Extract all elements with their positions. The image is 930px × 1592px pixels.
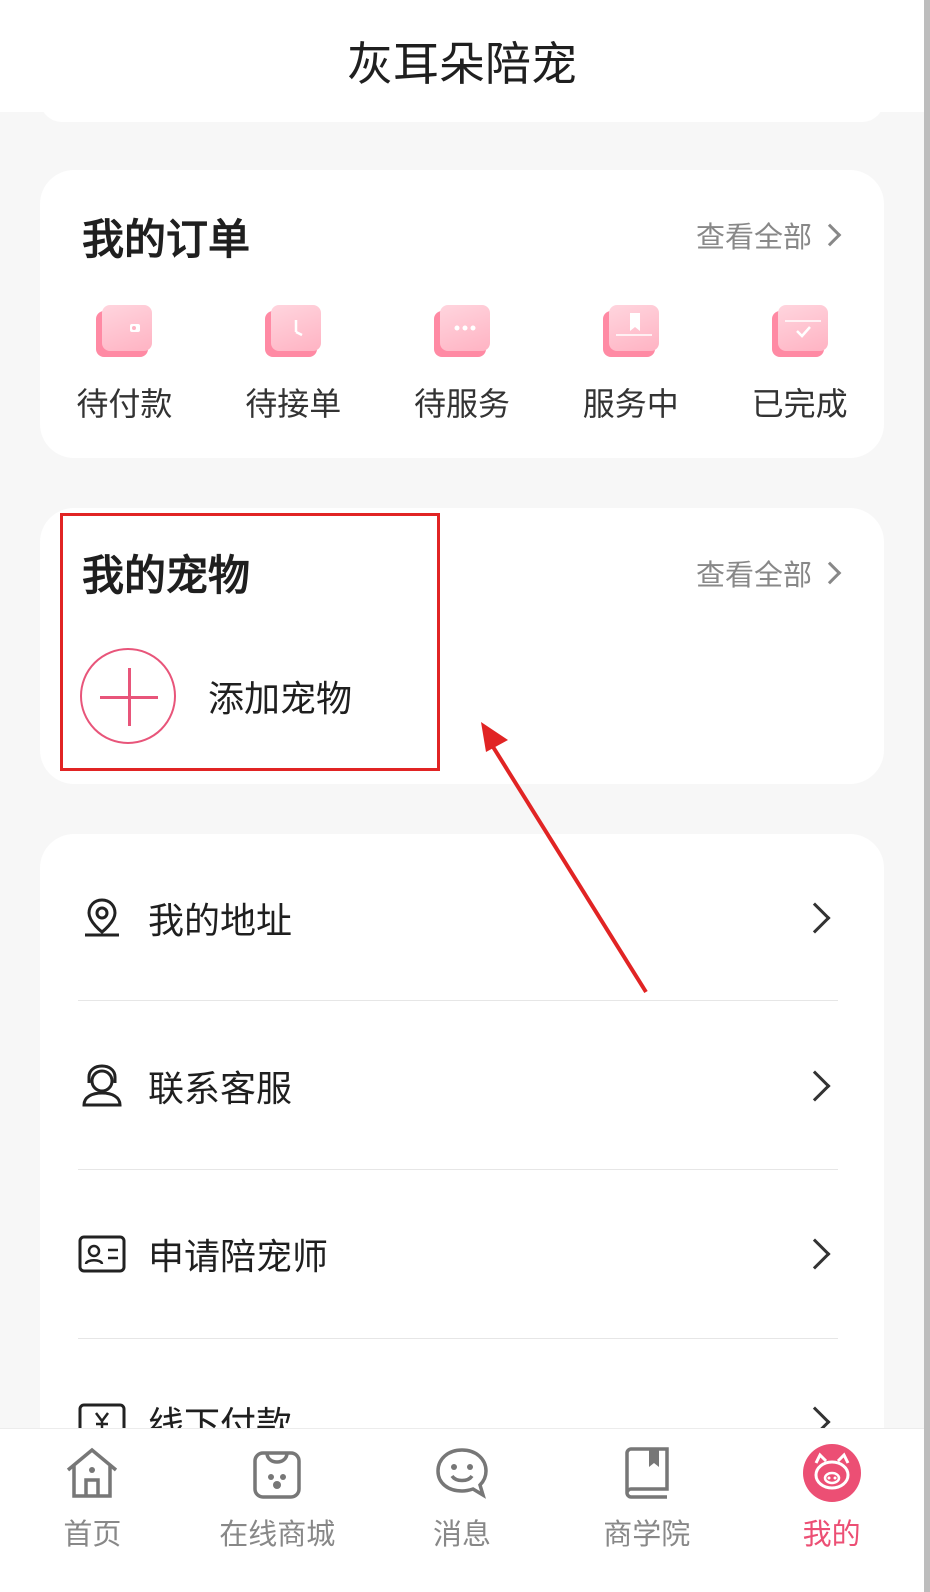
chevron-right-icon: [799, 902, 831, 934]
orders-card: 我的订单 查看全部 待付款 待接单 待服务 服务中 已完成: [40, 170, 884, 458]
order-status-pending-payment[interactable]: 待付款: [40, 305, 209, 425]
order-status-label: 服务中: [582, 385, 679, 423]
order-status-label: 待服务: [413, 385, 510, 423]
menu-item-label: 我的地址: [148, 901, 293, 942]
header-card-edge: [40, 100, 884, 122]
order-status-label: 待接单: [245, 385, 342, 423]
menu-item-address[interactable]: 我的地址: [78, 834, 838, 1002]
orders-view-all-label: 查看全部: [695, 220, 812, 254]
order-status-completed[interactable]: 已完成: [715, 305, 884, 425]
orders-title: 我的订单: [82, 215, 251, 264]
order-status-in-service[interactable]: 服务中: [546, 305, 715, 425]
divider: [78, 1000, 838, 1001]
tab-mine[interactable]: 我的: [739, 1429, 924, 1592]
home-icon: [62, 1443, 122, 1503]
shopping-bag-icon: [247, 1443, 307, 1503]
order-status-list: 待付款 待接单 待服务 服务中 已完成: [40, 305, 884, 425]
chevron-right-icon: [799, 1070, 831, 1102]
headset-icon: [78, 1062, 126, 1110]
id-card-icon: [78, 1230, 126, 1278]
app-screen: 灰耳朵陪宠 我的订单 查看全部 待付款 待接单 待服务 服务中 已完成 我的宠物…: [0, 0, 930, 1592]
menu-item-apply-sitter[interactable]: 申请陪宠师: [78, 1170, 838, 1338]
pets-view-all-label: 查看全部: [695, 558, 812, 592]
divider: [78, 1338, 838, 1339]
bookmark-icon: [602, 305, 659, 357]
tab-online-mall[interactable]: 在线商城: [185, 1429, 370, 1592]
tab-label: 在线商城: [219, 1517, 336, 1551]
page-title: 灰耳朵陪宠: [347, 37, 577, 91]
wallet-icon: [96, 305, 153, 357]
order-status-pending-service[interactable]: 待服务: [378, 305, 547, 425]
pets-view-all-link[interactable]: 查看全部: [695, 552, 842, 594]
tab-label: 商学院: [603, 1517, 691, 1551]
divider: [78, 1169, 838, 1170]
chat-dots-icon: [433, 305, 490, 357]
tab-label: 消息: [432, 1517, 491, 1551]
menu-item-label: 联系客服: [148, 1069, 293, 1110]
chevron-right-icon: [818, 223, 842, 247]
clock-icon: [265, 305, 322, 357]
menu-card: 我的地址 联系客服 申请陪宠师 线下付款: [40, 834, 884, 1474]
menu-item-customer-service[interactable]: 联系客服: [78, 1002, 838, 1170]
order-status-label: 待付款: [76, 385, 173, 423]
orders-view-all-link[interactable]: 查看全部: [695, 214, 842, 256]
tab-business-school[interactable]: 商学院: [554, 1429, 739, 1592]
check-icon: [771, 305, 828, 357]
message-smile-icon: [432, 1443, 492, 1503]
pig-avatar-icon: [802, 1443, 862, 1503]
tab-label: 首页: [63, 1517, 122, 1551]
bottom-tab-bar: 首页 在线商城 消息 商学院 我的: [0, 1428, 924, 1592]
order-status-label: 已完成: [751, 385, 848, 423]
book-icon: [617, 1443, 677, 1503]
order-status-pending-accept[interactable]: 待接单: [209, 305, 378, 425]
menu-item-label: 申请陪宠师: [148, 1237, 329, 1278]
tab-messages[interactable]: 消息: [370, 1429, 555, 1592]
tab-label: 我的: [802, 1517, 861, 1551]
chevron-right-icon: [818, 561, 842, 585]
window-edge: [924, 0, 930, 1592]
chevron-right-icon: [799, 1238, 831, 1270]
highlight-box: [60, 513, 440, 771]
tab-home[interactable]: 首页: [0, 1429, 185, 1592]
header-bar: 灰耳朵陪宠: [0, 0, 924, 112]
location-pin-icon: [78, 894, 126, 942]
